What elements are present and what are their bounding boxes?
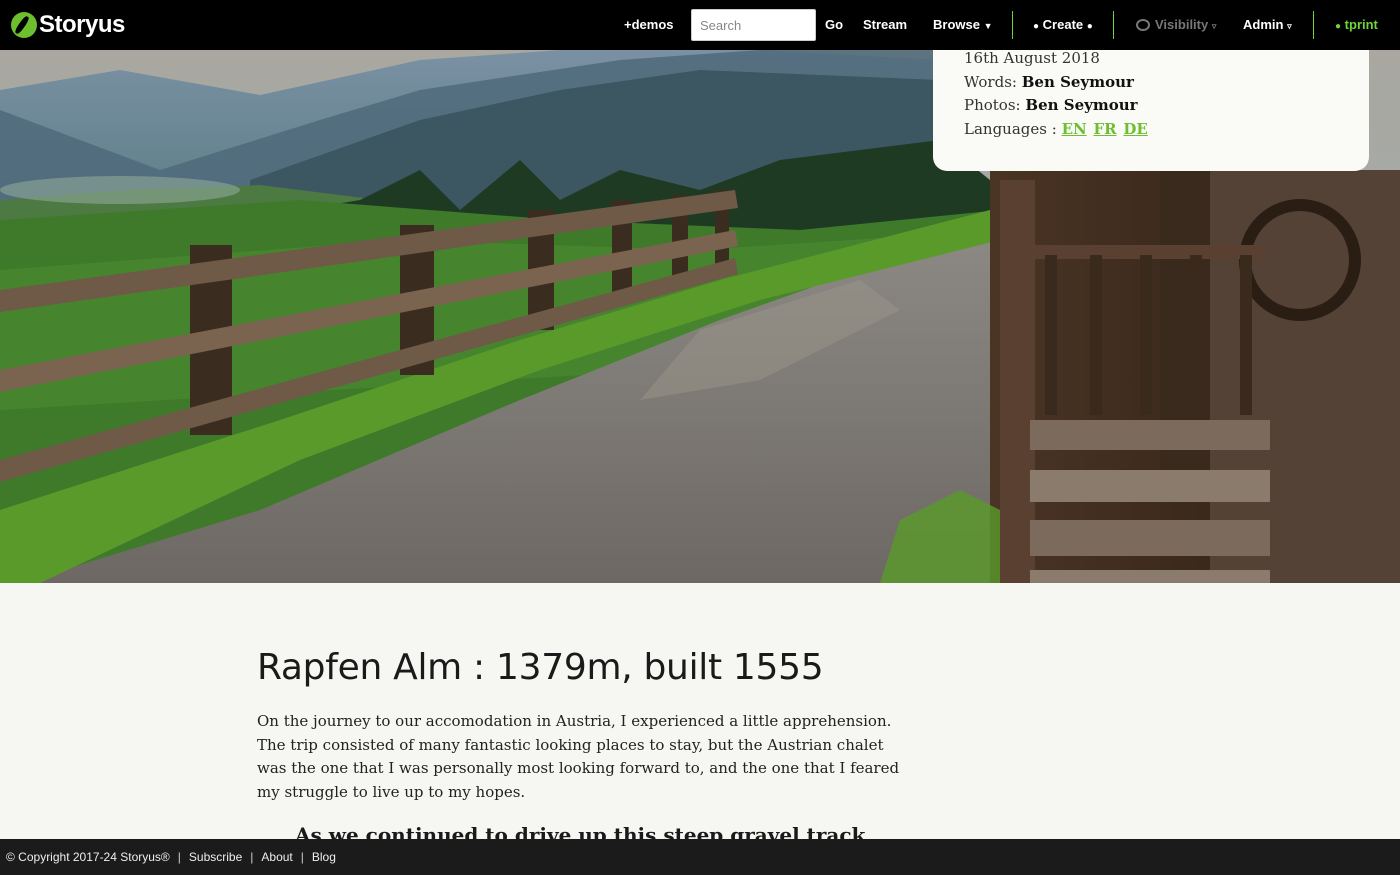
story-meta-card: 16th August 2018 Words: Ben Seymour Phot… (933, 49, 1369, 171)
words-label: Words: (964, 72, 1017, 91)
eye-icon (1136, 19, 1150, 31)
top-nav-bar: Storyus +demos Go Stream Browse ▼ ● Crea… (0, 0, 1400, 50)
about-link[interactable]: About (261, 850, 292, 864)
story-paragraph: On the journey to our accomodation in Au… (257, 712, 900, 801)
photos-author: Ben Seymour (1025, 96, 1138, 114)
go-button[interactable]: Go (825, 17, 843, 32)
language-link-fr[interactable]: FR (1094, 120, 1117, 138)
languages-label: Languages : (964, 119, 1057, 138)
browse-label: Browse (933, 17, 980, 32)
search-input[interactable] (691, 9, 816, 41)
storyus-logo[interactable]: Storyus (11, 11, 125, 39)
visibility-menu[interactable]: Visibility ▿ (1136, 17, 1216, 32)
user-name: tprint (1344, 17, 1378, 32)
online-dot-icon: ● (1335, 21, 1342, 32)
footer-separator: | (177, 850, 181, 864)
language-link-en[interactable]: EN (1062, 120, 1087, 138)
footer-separator: | (300, 850, 304, 864)
visibility-label: Visibility (1155, 17, 1209, 32)
admin-menu[interactable]: Admin ▿ (1243, 17, 1292, 32)
triangle-down-icon: ▿ (1287, 21, 1292, 31)
bullet-icon: ● (1033, 21, 1040, 32)
create-menu[interactable]: ● Create ● (1033, 17, 1093, 32)
demos-link[interactable]: +demos (624, 17, 674, 32)
nav-divider (1313, 11, 1314, 39)
triangle-down-icon: ▿ (1211, 21, 1217, 31)
story-date: 16th August 2018 (964, 49, 1100, 67)
footer-separator: | (250, 850, 254, 864)
language-link-de[interactable]: DE (1123, 120, 1147, 138)
page-title: Rapfen Alm : 1379m, built 1555 (257, 647, 824, 688)
words-author: Ben Seymour (1021, 72, 1134, 91)
storyus-leaf-icon (11, 12, 37, 38)
words-credit: Words: Ben Seymour (964, 71, 1338, 95)
blog-link[interactable]: Blog (312, 850, 336, 864)
footer-bar: © Copyright 2017-24 Storyus® | Subscribe… (0, 839, 1400, 875)
photos-label: Photos: (964, 96, 1021, 114)
bullet-icon: ● (1086, 21, 1093, 32)
brand-name: Storyus (39, 11, 125, 38)
create-label: Create (1042, 17, 1084, 32)
subscribe-link[interactable]: Subscribe (189, 850, 242, 864)
stream-link[interactable]: Stream (863, 17, 907, 32)
languages-row: Languages : EN FR DE (964, 118, 1338, 142)
chevron-down-icon: ▼ (983, 21, 993, 31)
admin-label: Admin (1243, 17, 1284, 32)
story-article: Rapfen Alm : 1379m, built 1555 On the jo… (257, 640, 917, 847)
copyright-text: © Copyright 2017-24 Storyus® (6, 850, 170, 864)
browse-menu[interactable]: Browse ▼ (933, 17, 993, 32)
nav-divider (1113, 11, 1114, 39)
nav-divider (1012, 11, 1013, 39)
photos-credit: Photos: Ben Seymour (964, 94, 1338, 118)
user-menu[interactable]: ● tprint (1335, 17, 1378, 32)
